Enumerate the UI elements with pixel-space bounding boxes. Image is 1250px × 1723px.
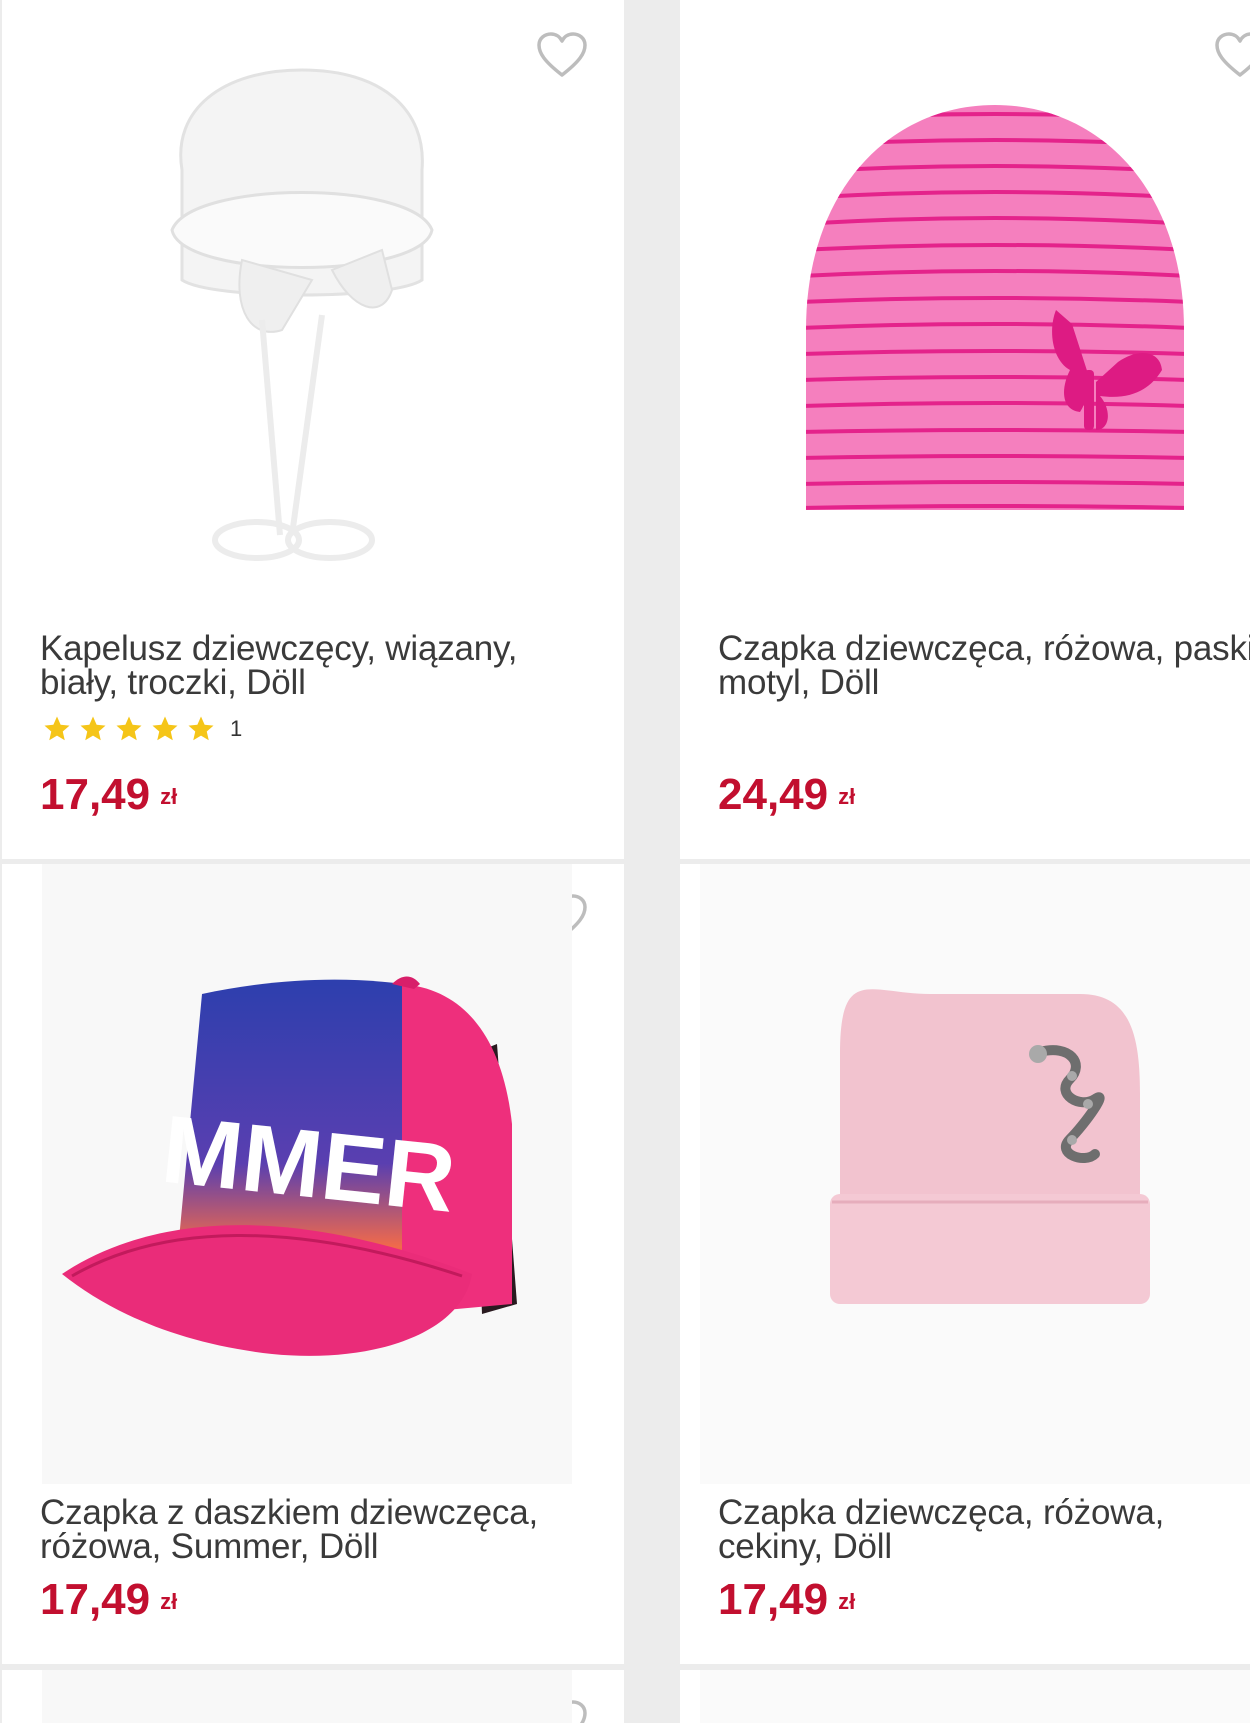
- product-title[interactable]: Kapelusz dziewczęcy, wiązany, biały, tro…: [40, 631, 620, 700]
- star-icon: [116, 716, 142, 741]
- product-price: 17,49 zł: [40, 1575, 177, 1627]
- price-currency: zł: [838, 784, 856, 810]
- product-title[interactable]: Czapka dziewczęca, różowa, cekiny, Döll: [718, 1495, 1250, 1564]
- product-card[interactable]: [2, 1670, 624, 1723]
- product-image-summer-cap[interactable]: MMER: [42, 864, 572, 1484]
- price-value: 17,49: [40, 1575, 151, 1624]
- product-image[interactable]: [700, 1670, 1250, 1723]
- rating-count: 1: [230, 716, 243, 741]
- price-value: 24,49: [718, 770, 829, 819]
- product-price: 17,49 zł: [40, 770, 177, 822]
- product-card[interactable]: MMER Czapka z daszkiem dziewczęca, różow…: [2, 864, 624, 1664]
- product-image-pink-striped-beanie[interactable]: [800, 100, 1190, 520]
- product-card[interactable]: Czapka dziewczęca, różowa, cekiny, Döll …: [680, 864, 1250, 1664]
- product-title[interactable]: Czapka dziewczęca, różowa, paski, motyl,…: [718, 631, 1250, 700]
- star-icon: [44, 716, 70, 741]
- star-icon: [80, 716, 106, 741]
- favorite-heart-icon[interactable]: [536, 32, 588, 78]
- price-currency: zł: [160, 784, 178, 810]
- product-grid: Kapelusz dziewczęcy, wiązany, biały, tro…: [0, 0, 1250, 1723]
- product-title[interactable]: Czapka z daszkiem dziewczęca, różowa, Su…: [40, 1495, 620, 1564]
- product-card[interactable]: [680, 1670, 1250, 1723]
- price-currency: zł: [838, 1589, 856, 1615]
- product-rating: 1: [42, 714, 242, 744]
- product-price: 24,49 zł: [718, 770, 855, 822]
- product-image[interactable]: [42, 1670, 572, 1723]
- favorite-heart-icon[interactable]: [1214, 32, 1250, 78]
- product-card[interactable]: Kapelusz dziewczęcy, wiązany, biały, tro…: [2, 0, 624, 859]
- product-price: 17,49 zł: [718, 1575, 855, 1627]
- price-value: 17,49: [718, 1575, 829, 1624]
- star-icon: [152, 716, 178, 741]
- star-icon: [188, 716, 214, 741]
- product-image-pink-sequin-beanie[interactable]: [700, 864, 1250, 1484]
- price-value: 17,49: [40, 770, 151, 819]
- product-image-white-bonnet[interactable]: [152, 50, 452, 570]
- price-currency: zł: [160, 1589, 178, 1615]
- product-card[interactable]: Czapka dziewczęca, różowa, paski, motyl,…: [680, 0, 1250, 859]
